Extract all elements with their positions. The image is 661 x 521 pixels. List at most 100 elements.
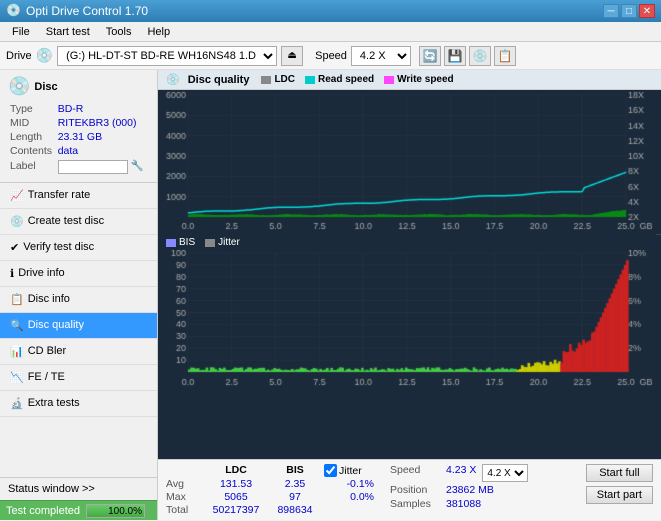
ldc-legend-dot (261, 76, 271, 84)
menu-starttest[interactable]: Start test (38, 25, 98, 39)
test-completed-bar: Test completed 100.0% (0, 500, 157, 520)
nav-transfer-rate[interactable]: 📈 Transfer rate (0, 183, 157, 209)
position-key: Position (390, 484, 442, 496)
jitter-legend-label: Jitter (218, 237, 240, 248)
ldc-header: LDC (206, 464, 266, 477)
chart1-canvas (158, 90, 656, 235)
speed-value: 4.23 X (446, 464, 476, 482)
avg-label: Avg (166, 478, 202, 490)
charts-area: 💿 Disc quality LDC Read speed Write spee… (158, 70, 661, 520)
disc-quality-icon: 🔍 (10, 319, 24, 332)
fe-te-label: FE / TE (28, 371, 65, 383)
jitter-legend: Jitter (205, 237, 240, 248)
jitter-legend-dot (205, 239, 215, 247)
readspeed-legend-dot (305, 76, 315, 84)
jitter-header: Jitter (324, 464, 362, 477)
close-button[interactable]: ✕ (639, 4, 655, 18)
disc-section-title: Disc (34, 81, 57, 93)
label-input[interactable] (58, 160, 128, 174)
chart1-area (158, 90, 661, 235)
verify-test-disc-label: Verify test disc (23, 241, 94, 253)
stats-header-row: LDC BIS Jitter (166, 464, 374, 477)
nav-create-test-disc[interactable]: 💿 Create test disc (0, 209, 157, 235)
refresh-icon[interactable]: 🔄 (419, 46, 441, 66)
ldc-total: 50217397 (206, 504, 266, 516)
disc-icon[interactable]: 💿 (469, 46, 491, 66)
eject-button[interactable]: ⏏ (281, 46, 303, 66)
nav-extra-tests[interactable]: 🔬 Extra tests (0, 391, 157, 417)
verify-test-disc-icon: ✔ (10, 241, 19, 254)
chart-header-icon: 💿 (166, 73, 180, 86)
readspeed-legend-label: Read speed (318, 74, 374, 85)
menu-file[interactable]: File (4, 25, 38, 39)
nav-disc-info[interactable]: 📋 Disc info (0, 287, 157, 313)
jitter-checkbox[interactable] (324, 464, 337, 477)
chart2-area (158, 250, 661, 459)
position-value: 23862 MB (446, 484, 494, 496)
bis-total: 898634 (270, 504, 320, 516)
label-value: 🔧 (58, 159, 147, 174)
start-buttons: Start full Start part (586, 464, 653, 504)
start-part-button[interactable]: Start part (586, 486, 653, 504)
progress-bar-container: 100.0% (86, 504, 145, 518)
speed-stats: Speed 4.23 X 4.2 X Position 23862 MB Sam… (390, 464, 528, 510)
drive-icon: 💿 (36, 47, 53, 64)
drive-select[interactable]: (G:) HL-DT-ST BD-RE WH16NS48 1.D3 (57, 46, 277, 66)
disc-header-icon: 💿 (8, 76, 30, 97)
mid-value: RITEKBR3 (000) (58, 117, 147, 129)
save-icon[interactable]: 💾 (444, 46, 466, 66)
minimize-button[interactable]: ─ (603, 4, 619, 18)
drive-info-label: Drive info (18, 267, 64, 279)
menu-bar: File Start test Tools Help (0, 22, 661, 42)
ldc-legend-label: LDC (274, 74, 295, 85)
disc-table: Type BD-R MID RITEKBR3 (000) Length 23.3… (8, 101, 149, 176)
samples-row: Samples 381088 (390, 498, 528, 510)
bis-legend-dot (166, 239, 176, 247)
title-bar: 💿 Opti Drive Control 1.70 ─ □ ✕ (0, 0, 661, 22)
cd-bler-icon: 📊 (10, 345, 24, 358)
extra-tests-label: Extra tests (28, 397, 80, 409)
cd-bler-label: CD Bler (28, 345, 67, 357)
jitter-total (324, 504, 374, 516)
speed-key: Speed (390, 464, 442, 482)
bis-max: 97 (270, 491, 320, 503)
menu-tools[interactable]: Tools (98, 25, 140, 39)
total-label: Total (166, 504, 202, 516)
stats-bar: LDC BIS Jitter Avg 131.53 2.35 -0.1% Max… (158, 459, 661, 520)
length-value: 23.31 GB (58, 131, 147, 143)
label-label: Label (10, 159, 56, 174)
create-test-disc-icon: 💿 (10, 215, 24, 228)
maximize-button[interactable]: □ (621, 4, 637, 18)
drive-bar: Drive 💿 (G:) HL-DT-ST BD-RE WH16NS48 1.D… (0, 42, 661, 70)
contents-label: Contents (10, 145, 56, 157)
nav-disc-quality[interactable]: 🔍 Disc quality (0, 313, 157, 339)
writespeed-legend-label: Write speed (397, 74, 454, 85)
speed-select[interactable]: 4.2 X (351, 46, 411, 66)
nav-fe-te[interactable]: 📉 FE / TE (0, 365, 157, 391)
chart-header: 💿 Disc quality LDC Read speed Write spee… (158, 70, 661, 90)
status-window[interactable]: Status window >> (0, 477, 157, 500)
drive-info-icon: ℹ (10, 267, 14, 280)
chart2-legend-bar: BIS Jitter (158, 235, 661, 250)
jitter-avg: -0.1% (324, 478, 374, 490)
nav-cd-bler[interactable]: 📊 CD Bler (0, 339, 157, 365)
app-icon: 💿 (6, 3, 22, 19)
chart2-canvas (158, 250, 656, 390)
stats-empty (166, 464, 202, 477)
main-content: 💿 Disc Type BD-R MID RITEKBR3 (000) Leng… (0, 70, 661, 520)
nav-verify-test-disc[interactable]: ✔ Verify test disc (0, 235, 157, 261)
export-icon[interactable]: 📋 (494, 46, 516, 66)
transfer-rate-label: Transfer rate (28, 189, 91, 201)
max-row: Max 5065 97 0.0% (166, 491, 374, 503)
max-label: Max (166, 491, 202, 503)
disc-quality-label: Disc quality (28, 319, 84, 331)
stats-table: LDC BIS Jitter Avg 131.53 2.35 -0.1% Max… (166, 464, 374, 516)
label-icon[interactable]: 🔧 (131, 160, 144, 172)
type-label: Type (10, 103, 56, 115)
jitter-speed-select[interactable]: 4.2 X (482, 464, 528, 482)
disc-info-panel: 💿 Disc Type BD-R MID RITEKBR3 (000) Leng… (0, 70, 157, 183)
chart-title: Disc quality (188, 74, 250, 86)
menu-help[interactable]: Help (139, 25, 178, 39)
start-full-button[interactable]: Start full (586, 464, 653, 482)
nav-drive-info[interactable]: ℹ Drive info (0, 261, 157, 287)
